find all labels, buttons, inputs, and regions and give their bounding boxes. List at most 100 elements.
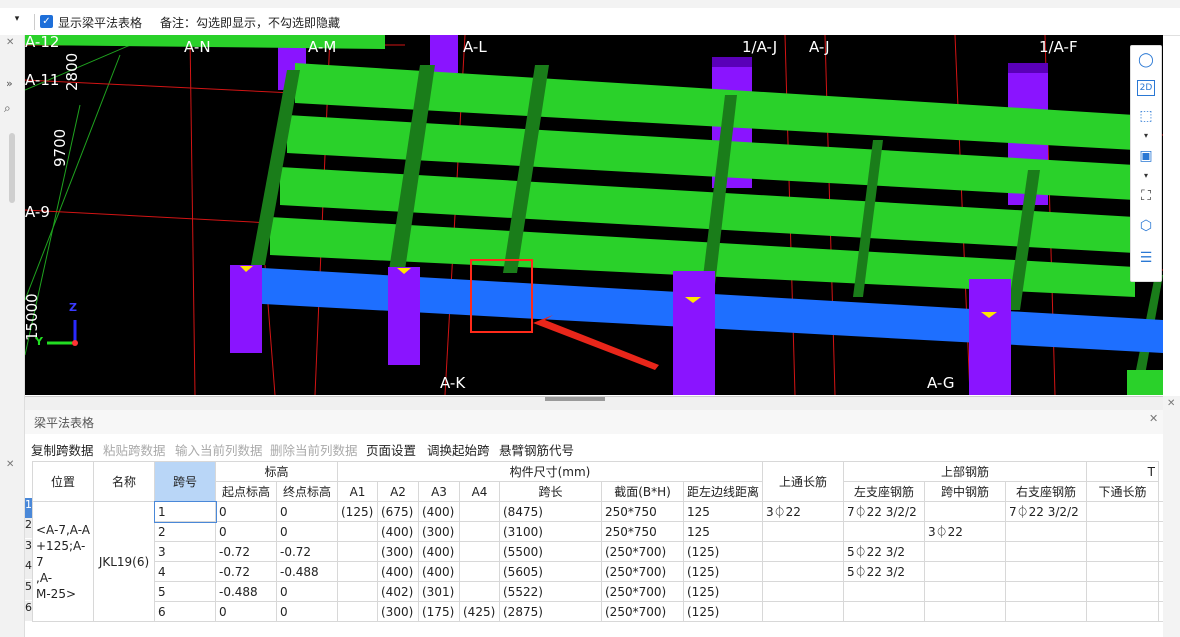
cell-mid[interactable]: 3⏀22 bbox=[924, 521, 1007, 542]
cell-start[interactable]: -0.72 bbox=[215, 541, 277, 562]
cell-mid[interactable] bbox=[924, 561, 1007, 582]
cell-a4[interactable] bbox=[459, 561, 500, 582]
copy-span-button[interactable]: 复制跨数据 bbox=[31, 440, 94, 459]
cell-dist[interactable]: (125) bbox=[682, 561, 764, 582]
cell-len[interactable]: (5500) bbox=[499, 541, 602, 562]
cell-end[interactable]: 0 bbox=[276, 501, 338, 522]
cell-top[interactable] bbox=[762, 561, 845, 582]
cell-left[interactable] bbox=[843, 581, 926, 602]
3d-box-icon[interactable]: ⬚ bbox=[1136, 106, 1156, 126]
cell-left[interactable]: 7⏀22 3/2/2 bbox=[843, 501, 926, 522]
sidebar-scrollbar[interactable] bbox=[9, 133, 15, 203]
cell-left[interactable]: 5⏀22 3/2 bbox=[843, 561, 926, 582]
span-cell[interactable]: 6 bbox=[154, 601, 216, 622]
cell-top[interactable] bbox=[762, 521, 845, 542]
cell-bot[interactable] bbox=[1086, 521, 1160, 542]
cell-a1[interactable] bbox=[337, 601, 378, 622]
cell-right[interactable] bbox=[1005, 601, 1088, 622]
show-table-label[interactable]: 显示梁平法表格 bbox=[58, 14, 142, 31]
cell-bot[interactable] bbox=[1086, 541, 1160, 562]
cell-a3[interactable]: (400) bbox=[418, 501, 460, 522]
cell-a1[interactable] bbox=[337, 521, 378, 542]
input-column-button[interactable]: 输入当前列数据 bbox=[175, 440, 263, 459]
cell-a4[interactable] bbox=[459, 521, 500, 542]
cell-top[interactable]: 3⏀22 bbox=[762, 501, 845, 522]
cell-dist[interactable]: (125) bbox=[682, 601, 764, 622]
cell-end[interactable]: -0.72 bbox=[276, 541, 338, 562]
cell-sec[interactable]: 250*750 bbox=[601, 501, 684, 522]
cell-left[interactable]: 5⏀22 3/2 bbox=[843, 541, 926, 562]
cell-dist[interactable]: (125) bbox=[682, 541, 764, 562]
cell-right[interactable] bbox=[1005, 561, 1088, 582]
cell-mid[interactable] bbox=[924, 601, 1007, 622]
close-icon-lower[interactable]: ✕ bbox=[6, 459, 14, 470]
cell-a1[interactable]: (125) bbox=[337, 501, 378, 522]
cell-mid[interactable] bbox=[924, 581, 1007, 602]
panel-close-icon[interactable]: ✕ bbox=[1149, 412, 1158, 425]
cell-a3[interactable]: (400) bbox=[418, 541, 460, 562]
cell-right[interactable] bbox=[1005, 541, 1088, 562]
3d-viewport[interactable]: A-12 A-11 A-9 A-N A-M A-L 1/A-J A-J 1/A-… bbox=[25, 35, 1163, 395]
cell-dist[interactable]: 125 bbox=[682, 501, 764, 522]
cell-top[interactable] bbox=[762, 581, 845, 602]
cell-mid[interactable] bbox=[924, 541, 1007, 562]
cell-sec[interactable]: (250*700) bbox=[601, 581, 684, 602]
cell-len[interactable]: (8475) bbox=[499, 501, 602, 522]
close-icon[interactable]: ✕ bbox=[6, 37, 14, 48]
cell-a4[interactable] bbox=[459, 581, 500, 602]
cell-len[interactable]: (3100) bbox=[499, 521, 602, 542]
cell-sec[interactable]: (250*700) bbox=[601, 561, 684, 582]
cell-dist[interactable]: (125) bbox=[682, 581, 764, 602]
cell-len[interactable]: (5522) bbox=[499, 581, 602, 602]
cube-view-icon[interactable]: ⬡ bbox=[1136, 216, 1156, 236]
cell-a1[interactable] bbox=[337, 561, 378, 582]
panel-vertical-scrollbar[interactable]: ✕ bbox=[1163, 396, 1180, 637]
cantilever-code-button[interactable]: 悬臂钢筋代号 bbox=[499, 440, 574, 459]
splitter-handle[interactable] bbox=[545, 397, 605, 401]
cell-bot[interactable] bbox=[1086, 501, 1160, 522]
span-cell[interactable]: 5 bbox=[154, 581, 216, 602]
cell-a2[interactable]: (300) bbox=[377, 601, 419, 622]
cell-end[interactable]: -0.488 bbox=[276, 561, 338, 582]
cell-start[interactable]: 0 bbox=[215, 501, 277, 522]
cell-a4[interactable]: (425) bbox=[459, 601, 500, 622]
cell-sec[interactable]: (250*700) bbox=[601, 601, 684, 622]
cell-a2[interactable]: (675) bbox=[377, 501, 419, 522]
cell-len[interactable]: (2875) bbox=[499, 601, 602, 622]
panel-splitter[interactable] bbox=[25, 396, 1163, 411]
paste-span-button[interactable]: 粘贴跨数据 bbox=[103, 440, 166, 459]
cell-sec[interactable]: (250*700) bbox=[601, 541, 684, 562]
cell-start[interactable]: 0 bbox=[215, 521, 277, 542]
cell-bot[interactable] bbox=[1086, 601, 1160, 622]
2d-view-icon[interactable]: 2D bbox=[1137, 80, 1155, 96]
header-span[interactable]: 跨号 bbox=[154, 461, 216, 502]
cell-start[interactable]: -0.488 bbox=[215, 581, 277, 602]
cell-right[interactable] bbox=[1005, 521, 1088, 542]
cell-a3[interactable]: (301) bbox=[418, 581, 460, 602]
cell-a2[interactable]: (400) bbox=[377, 521, 419, 542]
cell-a4[interactable] bbox=[459, 501, 500, 522]
cell-top[interactable] bbox=[762, 601, 845, 622]
cell-len[interactable]: (5605) bbox=[499, 561, 602, 582]
cell-bot[interactable] bbox=[1086, 561, 1160, 582]
cell-a2[interactable]: (300) bbox=[377, 541, 419, 562]
span-cell[interactable]: 3 bbox=[154, 541, 216, 562]
delete-column-button[interactable]: 删除当前列数据 bbox=[270, 440, 358, 459]
page-setup-button[interactable]: 页面设置 bbox=[366, 440, 416, 459]
properties-icon[interactable]: ☰ bbox=[1136, 248, 1156, 268]
cell-mid[interactable] bbox=[924, 501, 1007, 522]
table-row[interactable]: <A-7,A-A +125;A-7 ,A- M-25> JKL19(6) 1 0 0 (125)… bbox=[32, 500, 1167, 622]
cell-a4[interactable] bbox=[459, 541, 500, 562]
cell-right[interactable]: 7⏀22 3/2/2 bbox=[1005, 501, 1088, 522]
span-cell[interactable]: 1 bbox=[153, 500, 217, 523]
show-table-checkbox[interactable]: ✓ bbox=[40, 15, 53, 28]
cell-a1[interactable] bbox=[337, 581, 378, 602]
table-row[interactable]: 5 -0.488 0 (402) (301) (5522) (250*700) (125) bbox=[33, 581, 1167, 602]
table-row[interactable]: 3 -0.72 -0.72 (300) (400) (5500) (250*700) (125… bbox=[33, 541, 1167, 562]
cell-end[interactable]: 0 bbox=[276, 581, 338, 602]
dropdown-arrow-icon[interactable]: ▾ bbox=[0, 14, 35, 30]
cell-a3[interactable]: (300) bbox=[418, 521, 460, 542]
name-cell[interactable]: JKL19(6) bbox=[93, 501, 155, 622]
table-row[interactable]: 2 0 0 (400) (300) (3100) 250*750 125 3⏀22 bbox=[33, 521, 1167, 542]
cell-end[interactable]: 0 bbox=[276, 521, 338, 542]
